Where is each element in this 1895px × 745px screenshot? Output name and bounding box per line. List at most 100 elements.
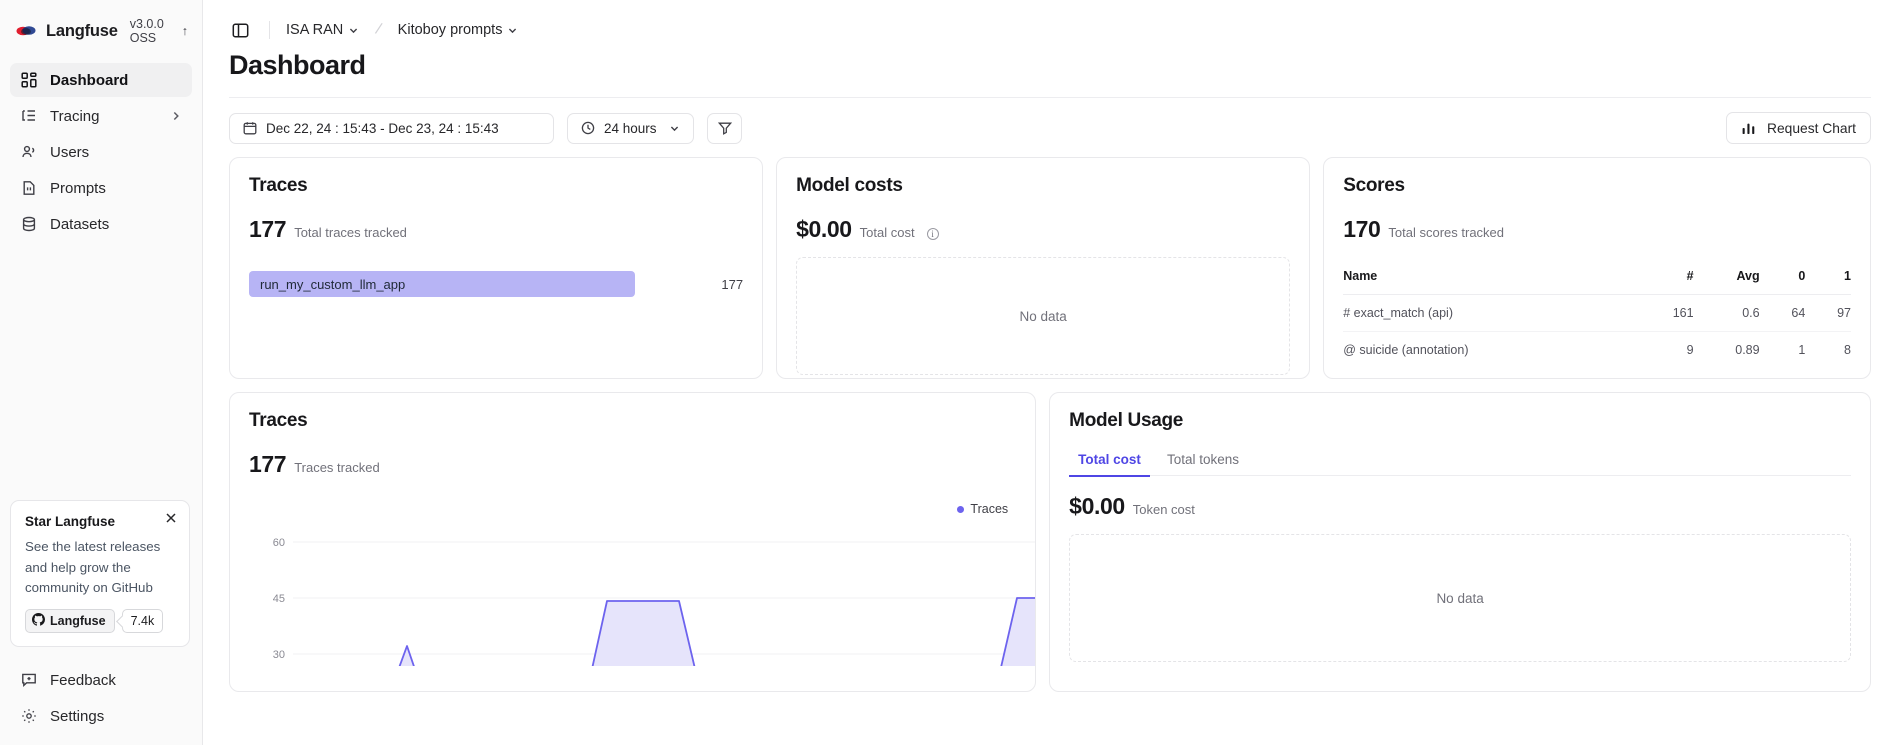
sidebar-item-label: Settings — [50, 708, 104, 725]
chevron-down-icon — [348, 25, 359, 36]
traces-bar-label: run_my_custom_llm_app — [260, 277, 405, 292]
github-star-count[interactable]: 7.4k — [122, 609, 164, 633]
breadcrumb-organization[interactable]: ISA RAN — [286, 22, 359, 38]
upgrade-arrow-icon[interactable]: ↑ — [182, 24, 188, 38]
sidebar-item-feedback[interactable]: Feedback — [10, 663, 190, 697]
sidebar-item-label: Dashboard — [50, 72, 128, 89]
svg-text:60: 60 — [273, 537, 285, 549]
score-zero: 1 — [1760, 332, 1806, 369]
sidebar-item-tracing[interactable]: Tracing — [10, 99, 192, 133]
sidebar-bottom-nav: Feedback Settings — [10, 663, 190, 733]
scores-total: 170 Total scores tracked — [1343, 216, 1851, 243]
svg-text:30: 30 — [273, 649, 285, 661]
filter-button[interactable] — [707, 113, 742, 144]
score-avg: 0.89 — [1694, 332, 1760, 369]
feedback-icon — [20, 671, 38, 689]
score-name: # exact_match (api) — [1343, 295, 1627, 332]
bar-chart-icon — [1741, 121, 1756, 136]
prompt-file-icon — [20, 179, 38, 197]
score-avg: 0.6 — [1694, 295, 1760, 332]
info-icon[interactable]: i — [927, 228, 939, 240]
sidebar-item-label: Tracing — [50, 108, 99, 125]
card-title: Scores — [1343, 175, 1851, 197]
github-star-button[interactable]: Langfuse — [25, 609, 115, 633]
empty-state-label: No data — [1020, 309, 1067, 324]
legend-color-swatch — [957, 506, 964, 513]
brand-header[interactable]: Langfuse v3.0.0 OSS ↑ — [0, 0, 202, 59]
breadcrumb-organization-label: ISA RAN — [286, 22, 343, 38]
sidebar-item-datasets[interactable]: Datasets — [10, 207, 192, 241]
database-icon — [20, 215, 38, 233]
brand-version: v3.0.0 OSS — [130, 17, 172, 45]
date-range-picker[interactable]: Dec 22, 24 : 15:43 - Dec 23, 24 : 15:43 — [229, 113, 554, 144]
github-icon — [32, 613, 45, 629]
github-star-widget: Langfuse 7.4k — [25, 609, 176, 633]
legend-label: Traces — [970, 502, 1008, 516]
sidebar-item-prompts[interactable]: Prompts — [10, 171, 192, 205]
sidebar-item-label: Prompts — [50, 180, 106, 197]
time-preset-value: 24 hours — [604, 121, 657, 136]
breadcrumb-project[interactable]: Kitoboy prompts — [398, 22, 519, 38]
traces-chart-total: 177 Traces tracked — [249, 451, 1016, 478]
column-header-zero[interactable]: 0 — [1760, 269, 1806, 295]
top-bar: ISA RAN / Kitoboy prompts — [203, 0, 1895, 42]
sidebar-item-label: Feedback — [50, 672, 116, 689]
column-header-count[interactable]: # — [1628, 269, 1694, 295]
model-costs-total: $0.00 Total cost i — [796, 216, 1290, 243]
sidebar-item-label: Datasets — [50, 216, 109, 233]
promo-body: See the latest releases and help grow th… — [25, 537, 176, 598]
score-count: 9 — [1628, 332, 1694, 369]
chevron-down-icon — [669, 123, 680, 134]
tab-total-cost[interactable]: Total cost — [1069, 452, 1150, 476]
model-usage-label: Token cost — [1133, 502, 1195, 517]
column-header-name[interactable]: Name — [1343, 269, 1627, 295]
traces-total: 177 Total traces tracked — [249, 216, 743, 243]
model-usage-empty-state: No data — [1069, 534, 1851, 662]
sidebar-item-dashboard[interactable]: Dashboard — [10, 63, 192, 97]
sidebar-item-settings[interactable]: Settings — [10, 699, 190, 733]
model-costs-value: $0.00 — [796, 216, 852, 243]
promo-title: Star Langfuse — [25, 514, 176, 529]
traces-chart-card: Traces 177 Traces tracked Traces 60 — [229, 392, 1036, 692]
gear-icon — [20, 707, 38, 725]
github-star-label: Langfuse — [50, 614, 106, 628]
request-chart-button[interactable]: Request Chart — [1726, 112, 1871, 144]
model-costs-label: Total cost — [860, 225, 915, 240]
breadcrumb-separator: / — [374, 21, 384, 39]
star-langfuse-promo: Star Langfuse See the latest releases an… — [10, 500, 190, 647]
score-one: 8 — [1805, 332, 1851, 369]
score-count: 161 — [1628, 295, 1694, 332]
sidebar-item-users[interactable]: Users — [10, 135, 192, 169]
svg-text:45: 45 — [273, 593, 285, 605]
traces-total-label: Total traces tracked — [294, 225, 407, 240]
table-row[interactable]: @ suicide (annotation) 9 0.89 1 8 — [1343, 332, 1851, 369]
tab-total-tokens[interactable]: Total tokens — [1158, 452, 1248, 476]
traces-chart-label: Traces tracked — [294, 460, 380, 475]
column-header-avg[interactable]: Avg — [1694, 269, 1760, 295]
model-usage-total: $0.00 Token cost — [1069, 493, 1851, 520]
cards-row-top: Traces 177 Total traces tracked run_my_c… — [203, 144, 1895, 379]
table-row[interactable]: # exact_match (api) 161 0.6 64 97 — [1343, 295, 1851, 332]
traces-area-chart[interactable]: 60 45 30 — [249, 526, 1016, 666]
brand-name: Langfuse — [46, 22, 118, 41]
model-costs-card: Model costs $0.00 Total cost i No data — [776, 157, 1310, 379]
traces-bar-count: 177 — [713, 277, 743, 292]
users-icon — [20, 143, 38, 161]
card-title: Traces — [249, 410, 1016, 432]
chart-legend: Traces — [249, 502, 1016, 516]
score-zero: 64 — [1760, 295, 1806, 332]
calendar-icon — [243, 121, 257, 135]
panel-toggle-icon[interactable] — [229, 19, 251, 41]
top-divider — [269, 21, 270, 39]
filter-toolbar: Dec 22, 24 : 15:43 - Dec 23, 24 : 15:43 … — [203, 98, 1895, 144]
traces-bar-fill[interactable]: run_my_custom_llm_app — [249, 271, 635, 297]
traces-bar-track: run_my_custom_llm_app — [249, 271, 703, 297]
model-usage-value: $0.00 — [1069, 493, 1125, 520]
time-preset-select[interactable]: 24 hours — [567, 113, 694, 144]
card-title: Model Usage — [1069, 410, 1851, 432]
model-costs-empty-state: No data — [796, 257, 1290, 375]
sidebar-item-label: Users — [50, 144, 89, 161]
column-header-one[interactable]: 1 — [1805, 269, 1851, 295]
chevron-right-icon[interactable] — [170, 110, 182, 122]
close-icon[interactable] — [164, 511, 178, 525]
